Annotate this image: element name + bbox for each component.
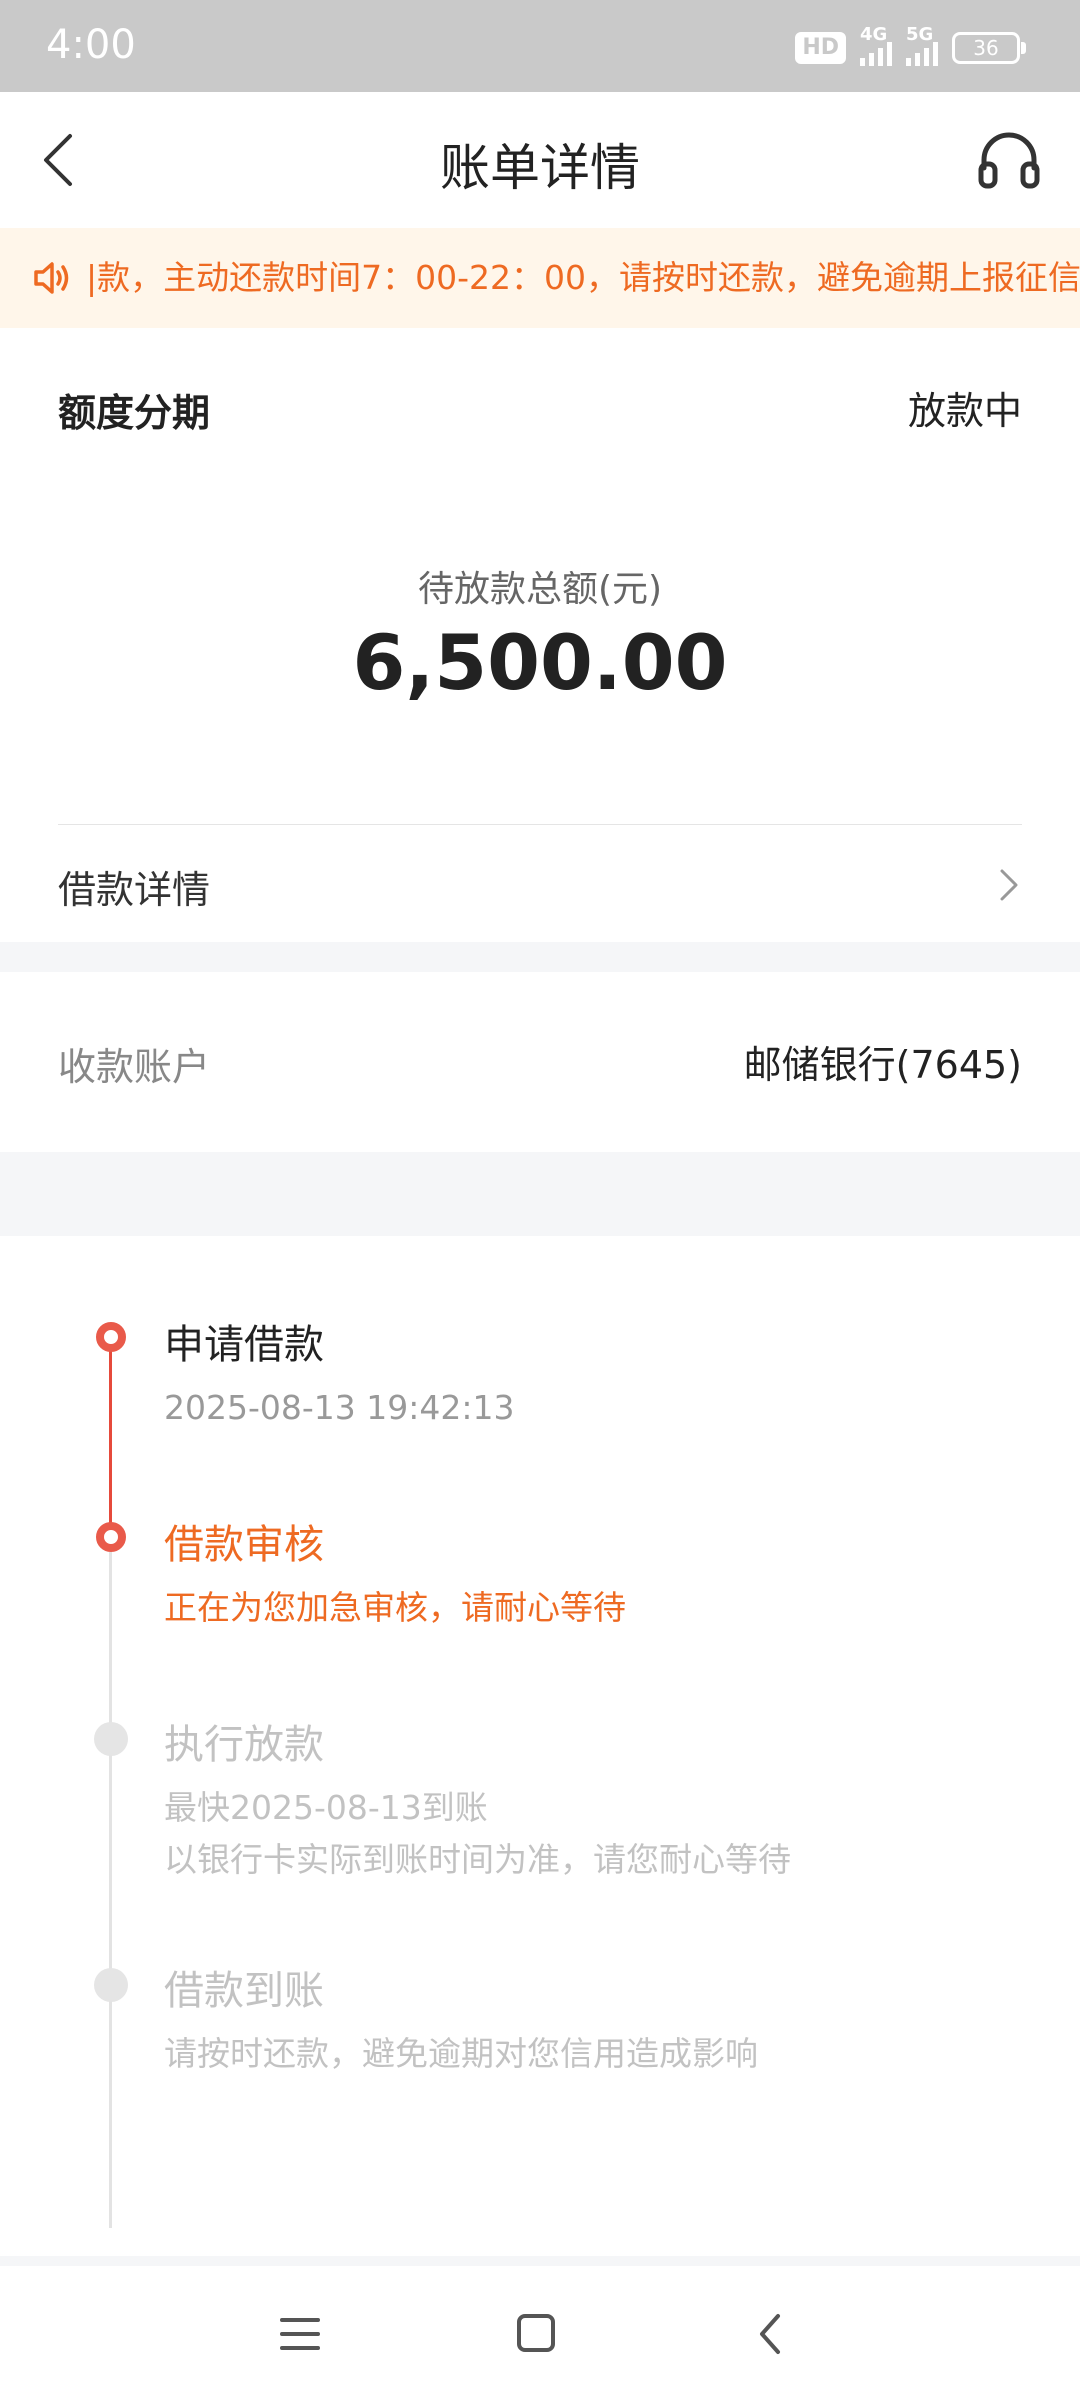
loan-progress-timeline: 申请借款 2025-08-13 19:42:13 借款审核 正在为您加急审核，请… [0,1236,1080,2256]
loan-detail-label: 借款详情 [58,868,211,912]
hd-badge: HD [795,32,846,64]
signal-4g-icon: 4G [860,24,892,66]
step-dot-active [96,1322,126,1352]
signal-5g-icon: 5G [906,24,938,66]
step-subtitle: 请按时还款，避免逾期对您信用造成影响 [164,2034,758,2073]
chevron-right-icon [1000,869,1018,901]
loan-status: 放款中 [907,389,1022,433]
step-subtitle: 最快2025-08-13到账 [164,1788,488,1827]
step-dot-pending [94,1968,128,2002]
headset-icon [978,132,1040,189]
step-dot-pending [94,1722,128,1756]
step-subtitle: 以银行卡实际到账时间为准，请您耐心等待 [164,1840,791,1879]
page-title: 账单详情 [440,139,640,197]
notice-bar: |款，主动还款时间7：00-22：00，请按时还款，避免逾期上报征信， [0,228,1080,328]
step-title: 借款审核 [164,1522,324,1568]
customer-service-button[interactable] [974,126,1044,196]
account-value: 邮储银行(7645) [743,1043,1022,1087]
receiving-account-card: 收款账户 邮储银行(7645) [0,972,1080,1152]
menu-button[interactable] [270,2306,330,2362]
battery-icon: 36 [952,32,1026,64]
home-square-icon [517,2314,555,2352]
status-time: 4:00 [46,22,136,68]
product-name: 额度分期 [58,391,211,435]
menu-icon [280,2318,320,2350]
status-bar: 4:00 HD 4G 5G 36 [0,0,1080,92]
loan-detail-row[interactable]: 借款详情 [0,825,1080,942]
nav-back-icon [760,2314,780,2354]
amount-value: 6,500.00 [352,618,728,707]
timeline-line-done [109,1340,112,1536]
timeline-line-pending [109,1552,112,2228]
step-subtitle: 正在为您加急审核，请耐心等待 [164,1588,626,1627]
notice-text: |款，主动还款时间7：00-22：00，请按时还款，避免逾期上报征信， [86,258,1080,297]
amount-label: 待放款总额(元) [417,569,663,610]
system-nav-bar [0,2266,1080,2400]
step-title: 申请借款 [164,1322,324,1368]
network-type-label: 5G [906,24,934,45]
step-title: 借款到账 [164,1968,324,2014]
step-dot-active [96,1522,126,1552]
step-title: 执行放款 [164,1722,324,1768]
step-subtitle: 2025-08-13 19:42:13 [164,1388,515,1427]
speaker-icon [34,262,69,294]
home-button[interactable] [506,2306,566,2362]
system-back-button[interactable] [742,2306,802,2362]
header: 账单详情 [0,92,1080,229]
account-label: 收款账户 [58,1045,211,1089]
loan-summary-card: 额度分期 放款中 待放款总额(元) 6,500.00 借款详情 [0,328,1080,942]
network-type-label: 4G [860,24,888,45]
status-icons: HD 4G 5G 36 [795,24,1026,66]
